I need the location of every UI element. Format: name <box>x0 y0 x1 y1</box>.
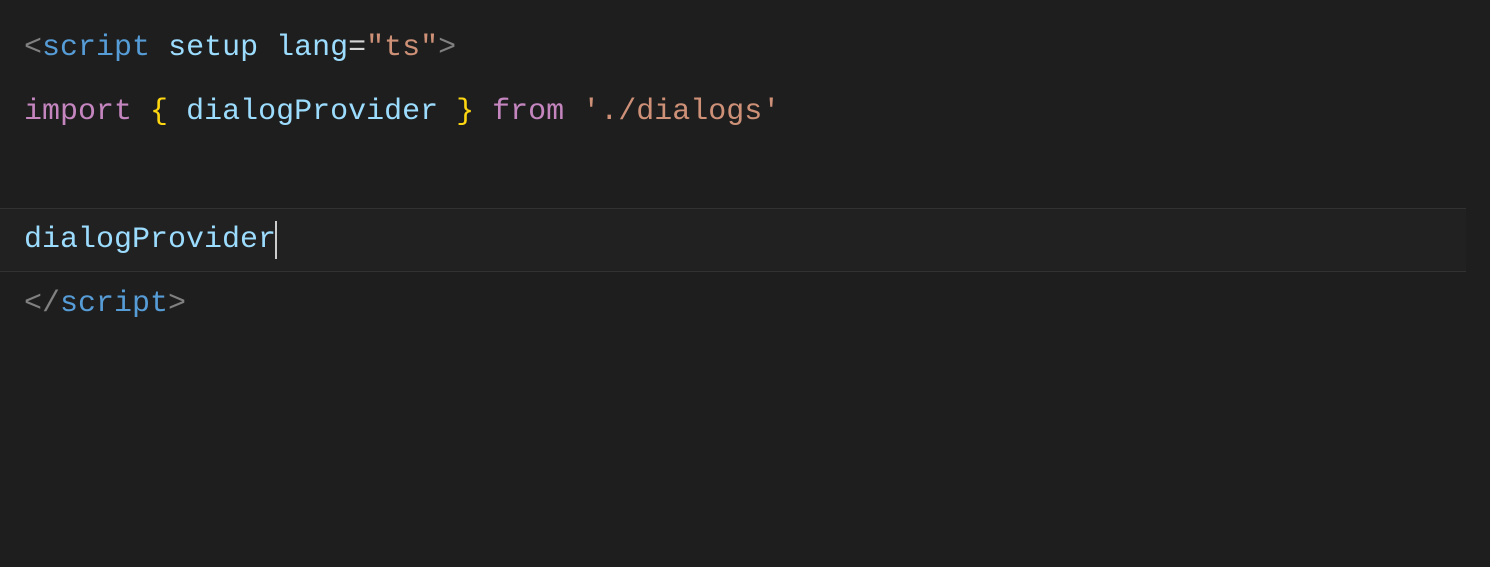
import-identifier: dialogProvider <box>186 92 438 133</box>
quote-open: " <box>366 28 384 69</box>
code-line-5[interactable]: </script> <box>24 272 1490 336</box>
code-line-3-empty[interactable] <box>24 144 1490 208</box>
angle-close: > <box>168 284 186 325</box>
tag-name: script <box>42 28 150 69</box>
keyword-from: from <box>492 92 564 133</box>
attr-setup: setup <box>168 28 258 69</box>
angle-open-slash: </ <box>24 284 60 325</box>
space <box>438 92 456 133</box>
tag-name: script <box>60 284 168 325</box>
equals: = <box>348 28 366 69</box>
quote-close: ' <box>762 92 780 133</box>
attr-value: ts <box>384 28 420 69</box>
quote-open: ' <box>582 92 600 133</box>
module-path: ./dialogs <box>600 92 762 133</box>
attr-lang: lang <box>276 28 348 69</box>
code-line-1[interactable]: <script setup lang="ts"> <box>24 16 1490 80</box>
keyword-import: import <box>24 92 132 133</box>
code-editor[interactable]: <script setup lang="ts"> import { dialog… <box>0 0 1490 336</box>
identifier: dialogProvider <box>24 220 276 261</box>
brace-open: { <box>150 92 168 133</box>
code-line-4-active[interactable]: dialogProvider <box>0 208 1466 272</box>
space <box>132 92 150 133</box>
code-line-2[interactable]: import { dialogProvider } from './dialog… <box>24 80 1490 144</box>
angle-open: < <box>24 28 42 69</box>
space <box>474 92 492 133</box>
space <box>150 28 168 69</box>
space <box>168 92 186 133</box>
text-cursor <box>275 221 277 259</box>
space <box>564 92 582 133</box>
quote-close: " <box>420 28 438 69</box>
angle-close: > <box>438 28 456 69</box>
brace-close: } <box>456 92 474 133</box>
space <box>258 28 276 69</box>
